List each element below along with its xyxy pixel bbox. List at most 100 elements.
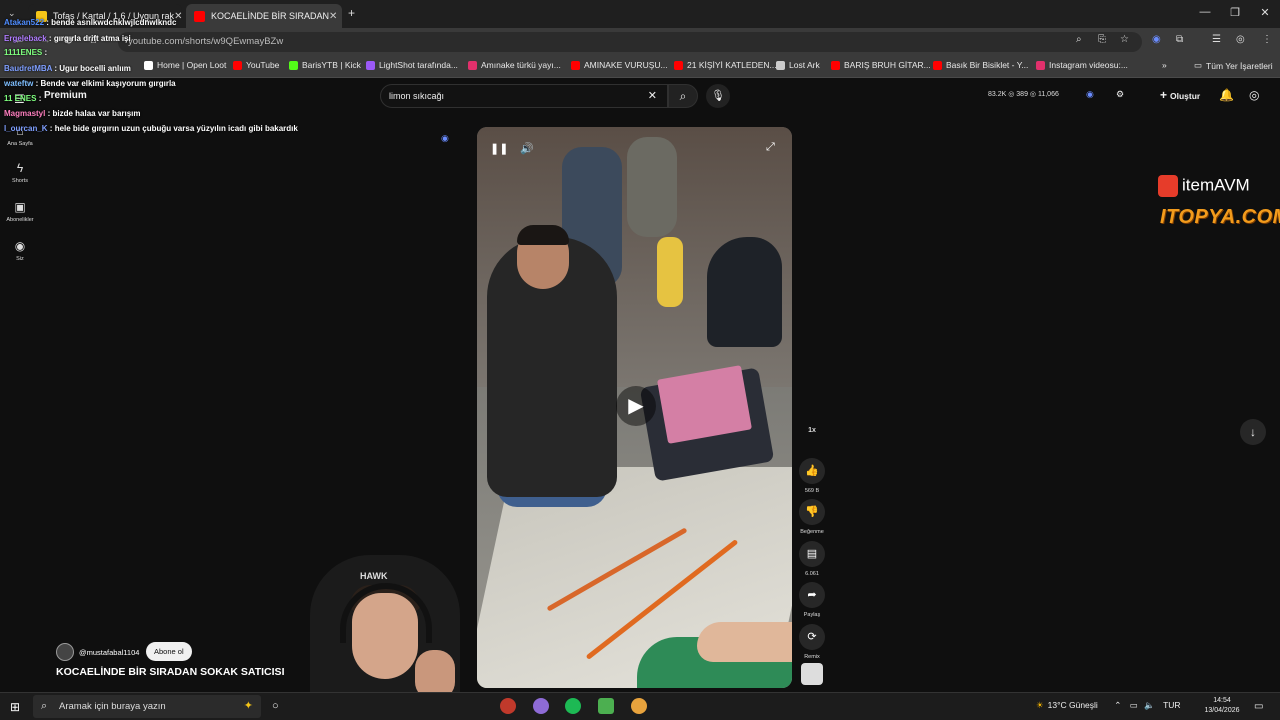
channel-name[interactable]: @mustafabal1104 [79,648,139,657]
extension-badge-icon[interactable]: ◉ [1086,89,1094,100]
extension-icon[interactable]: ◉ [1152,34,1161,45]
video-scene-child [657,237,683,307]
video-scene-person [707,237,782,347]
bookmark-item[interactable]: Lost Ark [776,60,820,70]
bookmark-item[interactable]: LightShot tarafında... [366,60,458,70]
chat-message: wateftw : Bende var elkimi kaşıyorum gır… [4,79,176,88]
close-window-icon[interactable]: ✕ [1250,6,1280,19]
player-extension-icon[interactable]: ◉ [441,133,449,144]
dislike-icon: 👎 [799,499,825,525]
restore-icon[interactable]: ❐ [1220,6,1250,19]
premium-logo[interactable]: Premium [44,90,87,101]
bookmark-favicon-icon [571,60,580,70]
profile-icon: ◉ [14,239,26,253]
profile-icon[interactable]: ◎ [1236,34,1245,45]
browser-tab-2[interactable]: KOCAELİNDE BİR SIRADAN ✕ [186,4,342,28]
volume-icon[interactable]: 🔊 [520,142,534,155]
search-button[interactable]: ⌕ [668,84,698,108]
browser-tab-strip: ⌄ Tofaş / Kartal / 1.6 / Uygun rak ✕ KOC… [0,0,1280,28]
language-indicator[interactable]: TUR [1163,700,1180,710]
sidebar-item-shorts[interactable]: ϟ Shorts [2,161,38,184]
play-overlay-button[interactable]: ▶ [616,386,656,426]
bookmark-star-icon[interactable]: ☆ [1120,34,1129,45]
dislike-button[interactable]: 👎 Beğenme [798,499,826,535]
menu-icon[interactable]: ⋮ [1262,34,1272,45]
fullscreen-icon[interactable]: ⤢ [766,141,775,154]
bookmark-item[interactable]: Basık Bir Bisiklet - Y... [933,60,1028,70]
account-avatar-icon[interactable]: ◎ [1249,88,1259,102]
minimize-icon[interactable]: — [1190,6,1220,18]
windows-start-icon[interactable]: ⊞ [10,700,20,714]
zoom-icon[interactable]: ⌕ [1076,34,1082,45]
notification-center-icon[interactable]: ▭ [1254,701,1263,712]
bookmark-item[interactable]: Instagram videosu:... [1036,60,1128,70]
volume-icon[interactable]: 🔈 [1144,700,1155,710]
voice-search-button[interactable]: 🎙 [706,84,730,108]
sidebar-item-you[interactable]: ◉ Siz [2,239,38,262]
chat-message: Ergeleback : gırgırla drift atma işi [4,34,131,43]
like-button[interactable]: 👍 569 B [798,458,826,494]
all-bookmarks-folder[interactable]: ▭ Tüm Yer İşaretleri [1194,60,1273,71]
create-button[interactable]: + Oluştur [1160,88,1200,102]
browser-toolbar: ← → ↻ ⌂ youtube.com/shorts/w9QEwmayBZw [0,28,1280,56]
bookmark-item[interactable]: BarisYTB | Kick [289,60,361,70]
next-video-button[interactable]: ↓ [1240,419,1266,445]
chat-message: l_ourcan_K : hele bide gırgırın uzun çub… [4,124,298,133]
media-control-icon[interactable]: ☰ [1212,34,1221,45]
address-bar[interactable]: youtube.com/shorts/w9QEwmayBZw [118,32,1142,52]
video-scene-seller-hair [517,225,569,245]
extension-tools-icon[interactable]: ⚙ [1116,89,1124,100]
bookmark-item[interactable]: BARIŞ BRUH GİTAR... [831,60,931,70]
install-icon[interactable]: ⎘ [1098,34,1106,45]
bookmark-item[interactable]: 21 KİŞİYİ KATLEDEN... [674,60,777,70]
video-title: KOCAELİNDE BİR SIRADAN SOKAK SATICISI [56,666,285,678]
bookmark-item[interactable]: Home | Open Loot [144,60,226,70]
tray-chevron-icon[interactable]: ⌃ [1114,700,1121,710]
bookmarks-bar: Home | Open Loot YouTube BarisYTB | Kick… [0,56,1280,78]
sidebar-item-subscriptions[interactable]: ▣ Abonelikler [2,200,38,223]
new-tab-icon[interactable]: + [348,6,355,20]
bookmark-item[interactable]: AMINAKE VURUŞU... [571,60,668,70]
task-view-icon[interactable]: ○ [272,700,279,712]
bookmark-favicon-icon [933,60,942,70]
remix-icon: ⟳ [799,624,825,650]
search-input[interactable]: limon sıkıcağı ✕ [380,84,668,108]
chair-brand: HAWK [360,571,388,581]
taskbar-clock[interactable]: 14:54 13/04/2026 [1202,696,1242,716]
close-tab-icon[interactable]: ✕ [329,11,337,22]
taskbar-search[interactable]: ⌕ Aramak için buraya yazın ✦ [33,695,261,718]
playback-speed[interactable]: 1x [798,427,826,434]
extensions-puzzle-icon[interactable]: ⧉ [1176,34,1183,45]
notifications-bell-icon[interactable]: 🔔 [1219,88,1234,102]
search-icon: ⌕ [679,89,687,103]
taskbar-app-icon[interactable] [500,698,516,714]
more-bookmarks-icon[interactable]: » [1162,60,1167,70]
remix-button[interactable]: ⟳ Remix [798,624,826,660]
bookmark-favicon-icon [366,60,375,70]
share-button[interactable]: ➦ Paylaş [798,582,826,618]
bookmark-item[interactable]: YouTube [233,60,279,70]
pause-icon[interactable]: ❚❚ [490,142,508,155]
sound-thumbnail[interactable] [801,663,823,685]
extension-stats: 83.2K ◎ 389 ◎ 11,066 [988,91,1059,98]
share-icon: ➦ [799,582,825,608]
chat-message: 11 ENES : [4,94,42,103]
play-icon: ▶ [628,395,644,417]
itopya-logo: ITOPYA.COM [1160,206,1280,228]
network-icon[interactable]: ▭ [1130,700,1138,710]
taskbar-app-icon[interactable] [598,698,614,714]
taskbar-app-icon[interactable] [533,698,549,714]
shorts-icon: ϟ [16,161,24,175]
video-scene-person [627,137,677,237]
subscribe-button[interactable]: Abone ol [146,642,192,661]
itemavm-logo: itemAVM [1158,175,1250,197]
chrome-icon[interactable] [631,698,647,714]
comments-button[interactable]: ▤ 6.061 [798,541,826,577]
channel-avatar[interactable] [56,643,74,661]
clear-search-icon[interactable]: ✕ [648,85,657,107]
bookmark-item[interactable]: Amınake türkü yayı... [468,60,561,70]
spotify-icon[interactable] [565,698,581,714]
search-query: limon sıkıcağı [389,91,445,101]
bookmark-favicon-icon [831,60,840,70]
arrow-down-icon: ↓ [1250,425,1256,439]
